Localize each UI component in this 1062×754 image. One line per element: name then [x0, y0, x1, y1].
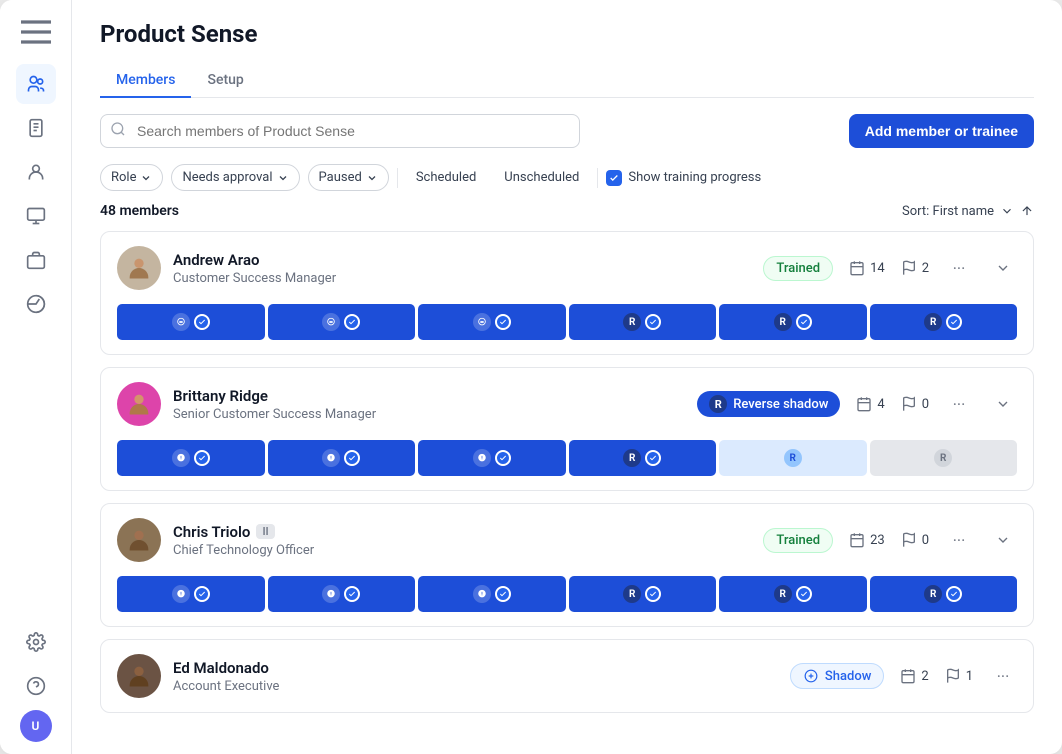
search-box — [100, 114, 580, 148]
sidebar-item-analytics[interactable] — [16, 284, 56, 324]
progress-bar-andrew: R R R — [101, 304, 1033, 354]
more-options-brittany[interactable]: ··· — [945, 390, 973, 418]
member-row: Brittany Ridge Senior Customer Success M… — [101, 368, 1033, 440]
stat-calendar-chris: 23 — [849, 532, 885, 548]
expand-andrew[interactable] — [989, 254, 1017, 282]
toolbar: Add member or trainee — [72, 98, 1062, 164]
members-list: 48 members Sort: First name Andrew Arao … — [72, 203, 1062, 754]
search-input[interactable] — [100, 114, 580, 148]
avatar-chris — [117, 518, 161, 562]
checkbox-icon — [606, 170, 622, 186]
tab-bar: Members Setup — [100, 64, 1034, 98]
stat-calendar-ed: 2 — [900, 668, 928, 684]
add-member-button[interactable]: Add member or trainee — [849, 114, 1034, 148]
stat-flag-value-ed: 1 — [966, 669, 973, 684]
member-card-andrew: Andrew Arao Customer Success Manager Tra… — [100, 231, 1034, 355]
member-name-chris: Chris Triolo II — [173, 523, 751, 541]
sidebar-item-briefcase[interactable] — [16, 240, 56, 280]
filter-separator — [397, 168, 398, 188]
stat-flag-value-brittany: 0 — [922, 397, 929, 412]
stat-flag-andrew: 2 — [901, 260, 929, 276]
scheduled-filter[interactable]: Scheduled — [406, 165, 486, 190]
avatar-andrew — [117, 246, 161, 290]
avatar-brittany — [117, 382, 161, 426]
show-training-progress-label: Show training progress — [628, 170, 761, 185]
paused-filter[interactable]: Paused — [308, 164, 389, 191]
member-title-chris: Chief Technology Officer — [173, 543, 751, 558]
avatar-ed — [117, 654, 161, 698]
status-badge-andrew: Trained — [763, 256, 833, 281]
more-options-ed[interactable]: ··· — [989, 662, 1017, 690]
stat-calendar-brittany: 4 — [856, 396, 884, 412]
stat-calendar-andrew: 14 — [849, 260, 885, 276]
pause-badge-chris: II — [256, 524, 274, 539]
stat-calendar-value-ed: 2 — [921, 669, 928, 684]
member-info-andrew: Andrew Arao Customer Success Manager — [173, 251, 751, 286]
member-status-ed: Shadow 2 1 ··· — [790, 662, 1017, 690]
member-name-ed: Ed Maldonado — [173, 659, 778, 677]
member-card-ed: Ed Maldonado Account Executive Shadow — [100, 639, 1034, 713]
sidebar-item-profile[interactable] — [16, 152, 56, 192]
sidebar-item-help[interactable] — [16, 666, 56, 706]
stat-flag-value-chris: 0 — [922, 533, 929, 548]
member-info-ed: Ed Maldonado Account Executive — [173, 659, 778, 694]
tab-setup[interactable]: Setup — [191, 64, 259, 98]
user-avatar[interactable]: U — [20, 710, 52, 742]
progress-bar-chris: R R R — [101, 576, 1033, 626]
needs-approval-label: Needs approval — [182, 170, 272, 185]
needs-approval-filter[interactable]: Needs approval — [171, 164, 299, 191]
page-title: Product Sense — [100, 20, 1034, 48]
expand-chris[interactable] — [989, 526, 1017, 554]
sidebar-item-settings[interactable] — [16, 622, 56, 662]
stat-flag-value-andrew: 2 — [922, 261, 929, 276]
stat-calendar-value-chris: 23 — [870, 533, 885, 548]
member-name-brittany: Brittany Ridge — [173, 387, 685, 405]
member-row: Chris Triolo II Chief Technology Officer… — [101, 504, 1033, 576]
sort-control[interactable]: Sort: First name — [902, 204, 1034, 219]
stat-flag-chris: 0 — [901, 532, 929, 548]
member-row: Ed Maldonado Account Executive Shadow — [101, 640, 1033, 712]
member-info-chris: Chris Triolo II Chief Technology Officer — [173, 523, 751, 558]
stat-calendar-value-andrew: 14 — [870, 261, 885, 276]
tab-members[interactable]: Members — [100, 64, 191, 98]
member-name-andrew: Andrew Arao — [173, 251, 751, 269]
sidebar-item-monitor[interactable] — [16, 196, 56, 236]
stat-calendar-value-brittany: 4 — [877, 397, 884, 412]
filter-separator-2 — [597, 168, 598, 188]
sidebar-item-members[interactable] — [16, 64, 56, 104]
role-filter[interactable]: Role — [100, 164, 163, 191]
more-options-chris[interactable]: ··· — [945, 526, 973, 554]
search-icon — [110, 121, 126, 141]
member-title-brittany: Senior Customer Success Manager — [173, 407, 685, 422]
more-options-andrew[interactable]: ··· — [945, 254, 973, 282]
progress-bar-brittany: R R R — [101, 440, 1033, 490]
status-badge-brittany: R Reverse shadow — [697, 391, 840, 417]
expand-brittany[interactable] — [989, 390, 1017, 418]
sidebar: U — [0, 0, 72, 754]
member-title-ed: Account Executive — [173, 679, 778, 694]
role-filter-label: Role — [111, 170, 136, 185]
member-title-andrew: Customer Success Manager — [173, 271, 751, 286]
members-header: 48 members Sort: First name — [100, 203, 1034, 219]
stat-flag-brittany: 0 — [901, 396, 929, 412]
members-count: 48 members — [100, 203, 179, 219]
member-card-brittany: Brittany Ridge Senior Customer Success M… — [100, 367, 1034, 491]
status-badge-chris: Trained — [763, 528, 833, 553]
member-status-brittany: R Reverse shadow 4 0 ··· — [697, 390, 1017, 418]
show-training-progress-toggle[interactable]: Show training progress — [606, 170, 761, 186]
member-status-andrew: Trained 14 2 ··· — [763, 254, 1017, 282]
member-card-chris: Chris Triolo II Chief Technology Officer… — [100, 503, 1034, 627]
member-row: Andrew Arao Customer Success Manager Tra… — [101, 232, 1033, 304]
hamburger-icon[interactable] — [16, 12, 56, 52]
paused-label: Paused — [319, 170, 362, 185]
sidebar-item-tasks[interactable] — [16, 108, 56, 148]
sort-label: Sort: First name — [902, 204, 994, 219]
filters-bar: Role Needs approval Paused Scheduled Uns… — [72, 164, 1062, 203]
unscheduled-filter[interactable]: Unscheduled — [494, 165, 589, 190]
member-info-brittany: Brittany Ridge Senior Customer Success M… — [173, 387, 685, 422]
status-badge-ed: Shadow — [790, 663, 884, 689]
stat-flag-ed: 1 — [945, 668, 973, 684]
member-status-chris: Trained 23 0 ··· — [763, 526, 1017, 554]
